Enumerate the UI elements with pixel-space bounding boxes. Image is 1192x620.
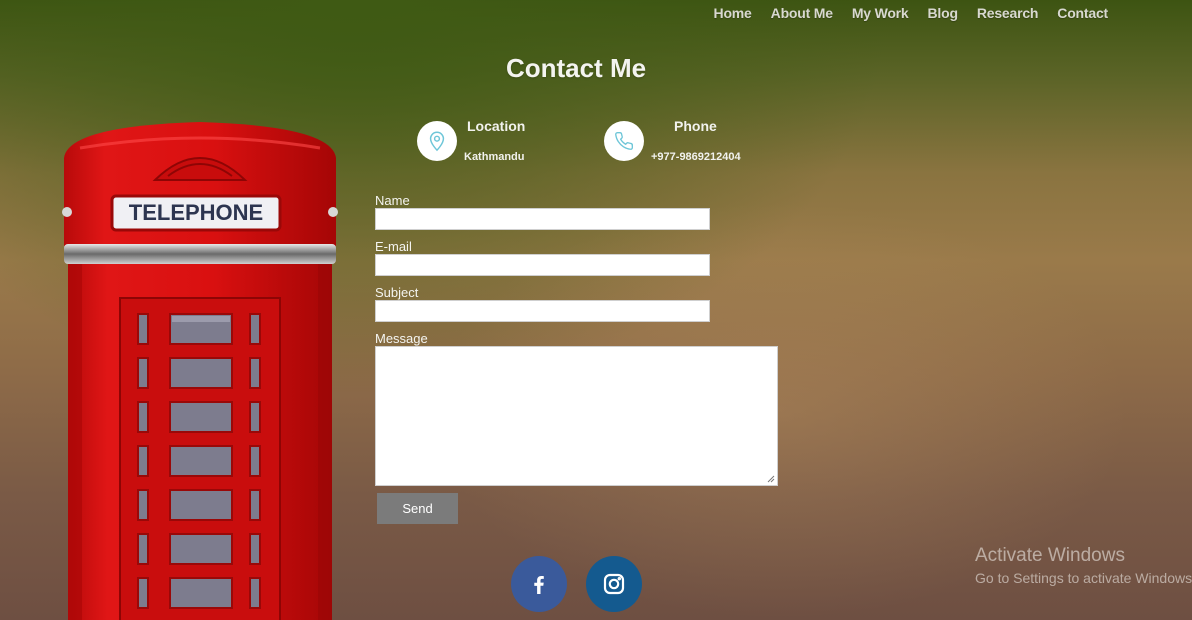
nav-about-me[interactable]: About Me (771, 5, 833, 21)
nav-research[interactable]: Research (977, 5, 1039, 21)
message-label: Message (375, 331, 428, 346)
telephone-booth-image: TELEPHONE (62, 122, 338, 620)
nav-home[interactable]: Home (714, 5, 752, 21)
phone-value: +977-9869212404 (651, 151, 741, 163)
nav-contact[interactable]: Contact (1057, 5, 1108, 21)
resize-grip-icon[interactable] (767, 475, 775, 483)
top-nav: Home About Me My Work Blog Research Cont… (714, 5, 1109, 21)
message-textarea[interactable] (375, 346, 778, 486)
activation-watermark-subtitle: Go to Settings to activate Windows. (975, 570, 1192, 586)
booth-sign-text: TELEPHONE (129, 200, 263, 225)
page-title: Contact Me (505, 53, 647, 83)
subject-label: Subject (375, 285, 419, 300)
subject-input[interactable] (375, 300, 710, 322)
phone-icon (604, 121, 644, 161)
nav-my-work[interactable]: My Work (852, 5, 909, 21)
email-label: E-mail (375, 239, 412, 254)
activation-watermark-title: Activate Windows (975, 545, 1125, 566)
name-label: Name (375, 193, 410, 208)
nav-blog[interactable]: Blog (928, 5, 959, 21)
name-input[interactable] (375, 208, 710, 230)
map-pin-icon (417, 121, 457, 161)
facebook-icon (534, 576, 544, 594)
instagram-icon (603, 573, 625, 595)
facebook-button[interactable] (511, 556, 567, 612)
instagram-button[interactable] (586, 556, 642, 612)
location-value: Kathmandu (464, 151, 525, 163)
phone-heading: Phone (674, 118, 717, 134)
send-button[interactable]: Send (377, 493, 458, 524)
location-heading: Location (467, 118, 526, 134)
email-input[interactable] (375, 254, 710, 276)
